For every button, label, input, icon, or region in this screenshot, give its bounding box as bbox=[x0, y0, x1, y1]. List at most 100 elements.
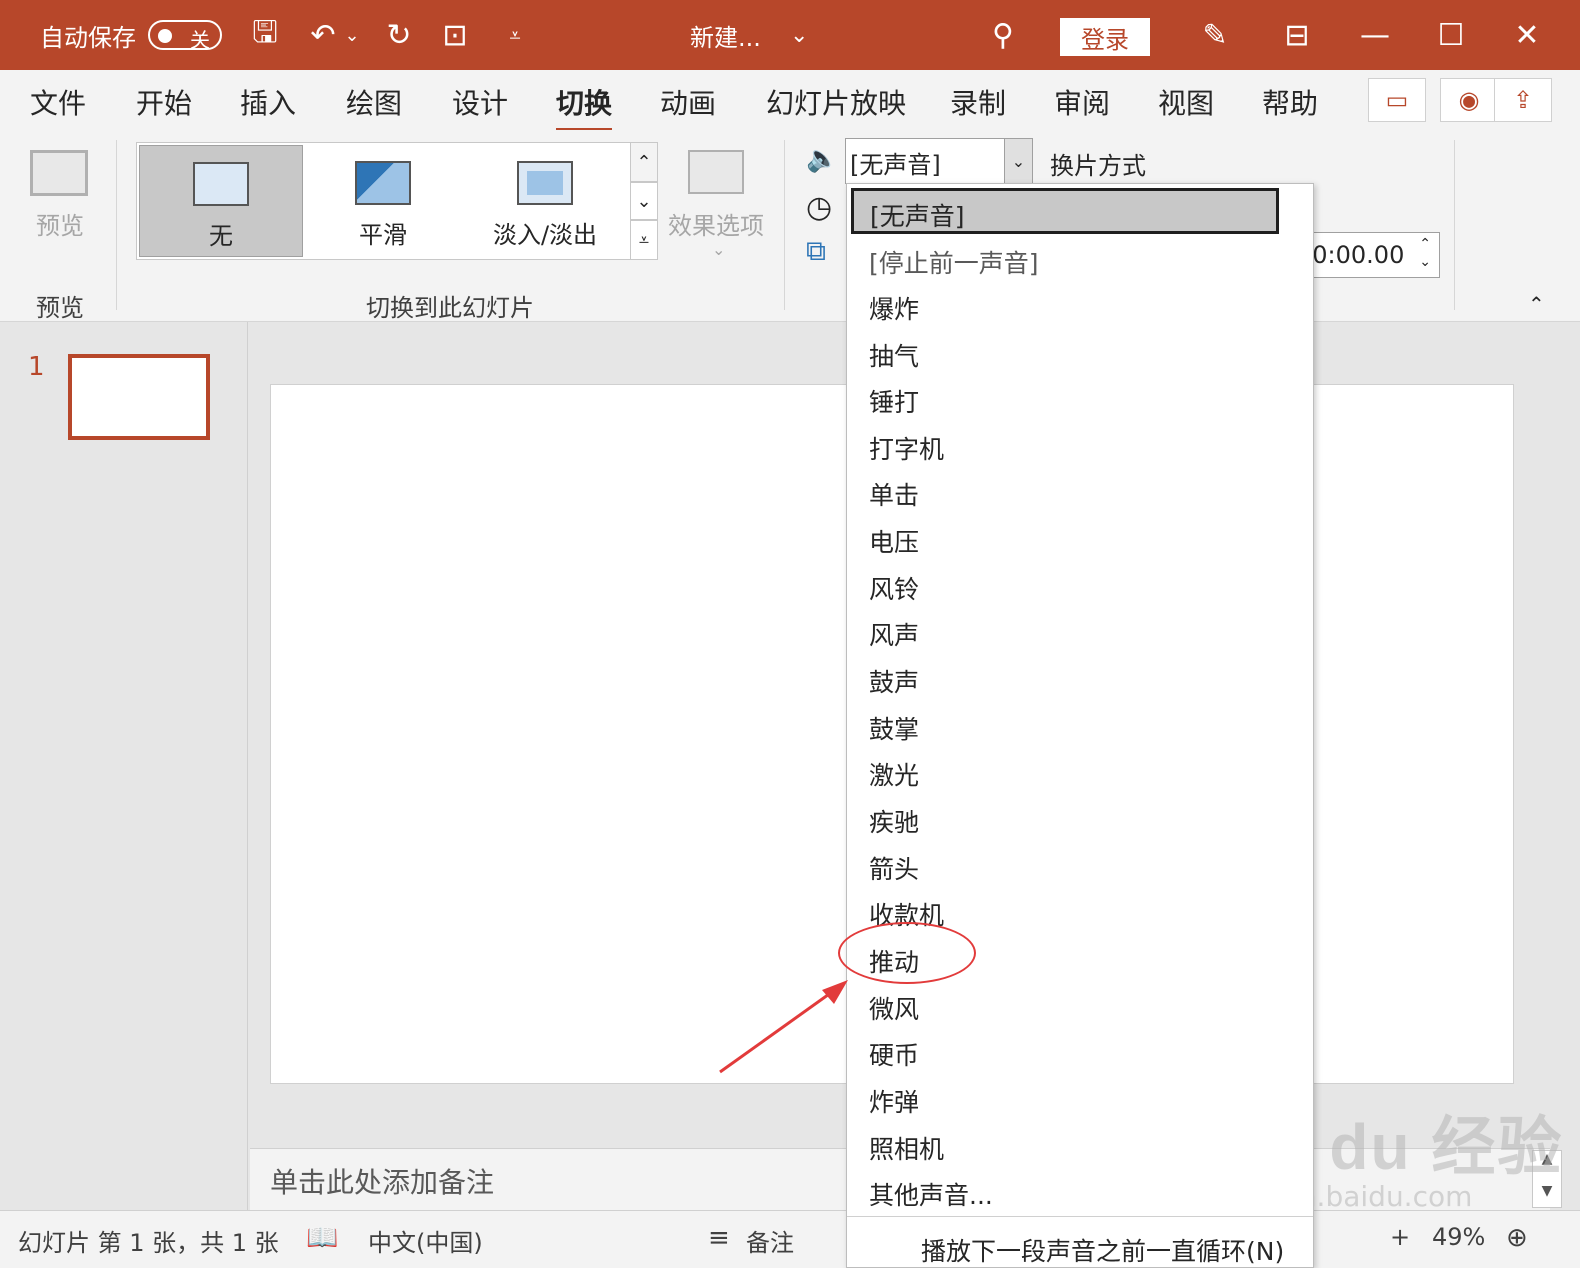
slide-thumbnail-pane: 1 bbox=[0, 322, 248, 1210]
autosave-toggle[interactable]: 关 bbox=[148, 20, 222, 52]
fit-slide-icon[interactable]: ⊕ bbox=[1506, 1223, 1528, 1253]
dropdown-item[interactable]: 其他声音... bbox=[869, 1176, 993, 1212]
close-icon[interactable]: ✕ bbox=[1502, 0, 1552, 70]
present-icon[interactable]: ⊡ bbox=[430, 0, 480, 70]
apply-all-icon: ⧉ bbox=[806, 234, 826, 267]
language[interactable]: 中文(中国) bbox=[368, 1223, 483, 1258]
minimize-icon[interactable]: — bbox=[1350, 0, 1400, 70]
gallery-scroll-down[interactable]: ⌄ bbox=[630, 182, 658, 220]
dropdown-item[interactable]: 风声 bbox=[869, 616, 919, 652]
maximize-icon[interactable]: ☐ bbox=[1426, 0, 1476, 70]
sound-icon: 🔈 bbox=[806, 144, 839, 174]
collapse-ribbon-icon[interactable]: ⌃ bbox=[1528, 292, 1545, 316]
tab-record[interactable]: 录制 bbox=[950, 82, 1006, 122]
dropdown-selected-item[interactable]: [无声音] bbox=[851, 188, 1279, 234]
spinner-icon[interactable]: ⌃ ⌄ bbox=[1419, 235, 1431, 271]
tab-home[interactable]: 开始 bbox=[136, 82, 192, 122]
tab-animations[interactable]: 动画 bbox=[660, 82, 716, 122]
transition-label: 淡入/淡出 bbox=[492, 221, 598, 249]
morph-thumb-icon bbox=[355, 161, 411, 205]
tab-file[interactable]: 文件 bbox=[30, 82, 86, 122]
dropdown-item[interactable]: 爆炸 bbox=[869, 290, 919, 326]
transition-fade[interactable]: 淡入/淡出 bbox=[463, 145, 627, 257]
dropdown-divider bbox=[847, 1216, 1313, 1217]
ribbon-tabs: 文件 开始 插入 绘图 设计 切换 动画 幻灯片放映 录制 审阅 视图 帮助 ▭… bbox=[0, 70, 1580, 132]
tab-transitions[interactable]: 切换 bbox=[556, 82, 613, 132]
tab-help[interactable]: 帮助 bbox=[1262, 82, 1318, 122]
ribbon-display-icon[interactable]: ⊟ bbox=[1272, 0, 1322, 70]
chevron-down-icon[interactable]: ⌄ bbox=[1004, 139, 1032, 183]
notes-icon: ≡ bbox=[708, 1223, 730, 1253]
record-icon[interactable]: ◉ bbox=[1440, 78, 1498, 122]
transition-group-label: 切换到此幻灯片 bbox=[366, 294, 534, 322]
effect-options-button[interactable]: 效果选项 bbox=[668, 206, 764, 241]
dropdown-item[interactable]: 鼓掌 bbox=[869, 710, 919, 746]
highlight-ellipse bbox=[838, 922, 976, 984]
dropdown-item[interactable]: 电压 bbox=[869, 523, 919, 559]
transition-gallery: 无 平滑 淡入/淡出 bbox=[136, 142, 658, 260]
sound-dropdown: [无声音] [停止前一声音] 爆炸 抽气 锤打 打字机 单击 电压 风铃 风声 … bbox=[846, 183, 1314, 1268]
search-icon[interactable]: ⚲ bbox=[978, 0, 1028, 70]
fade-thumb-icon bbox=[517, 161, 573, 205]
save-icon[interactable]: 🖫 bbox=[240, 0, 290, 70]
file-name[interactable]: 新建... bbox=[690, 0, 761, 70]
autosave-label: 自动保存 bbox=[40, 23, 136, 52]
dropdown-item[interactable]: 箭头 bbox=[869, 850, 919, 886]
dropdown-item[interactable]: 单击 bbox=[869, 476, 919, 512]
dropdown-item[interactable]: 照相机 bbox=[869, 1130, 944, 1166]
loop-until-next-option[interactable]: 播放下一段声音之前一直循环(N) bbox=[921, 1232, 1284, 1268]
share-icon[interactable]: ⇪ bbox=[1494, 78, 1552, 122]
slide-info: 幻灯片 第 1 张，共 1 张 bbox=[18, 1229, 279, 1257]
gallery-more[interactable]: ⩡ bbox=[630, 220, 658, 260]
redo-icon[interactable]: ↻ bbox=[374, 0, 424, 70]
tab-draw[interactable]: 绘图 bbox=[346, 82, 402, 122]
tab-insert[interactable]: 插入 bbox=[240, 82, 296, 122]
login-button[interactable]: 登录 bbox=[1060, 18, 1150, 56]
clock-icon: ◷ bbox=[806, 190, 833, 225]
chevron-down-icon[interactable]: ⌄ bbox=[790, 0, 808, 70]
preview-button[interactable]: 预览 bbox=[36, 206, 84, 241]
tab-slideshow[interactable]: 幻灯片放映 bbox=[766, 82, 906, 122]
undo-dropdown-icon[interactable]: ⌄ bbox=[340, 0, 364, 70]
divider bbox=[1454, 140, 1455, 310]
status-bar: 幻灯片 第 1 张，共 1 张 📖 中文(中国) ≡ 备注 + 49% ⊕ bbox=[0, 1210, 1580, 1268]
pen-icon[interactable]: ✎ bbox=[1190, 0, 1240, 70]
dropdown-item[interactable]: 炸弹 bbox=[869, 1083, 919, 1119]
comments-icon[interactable]: ▭ bbox=[1368, 78, 1426, 122]
dropdown-item[interactable]: 锤打 bbox=[869, 383, 919, 419]
preview-icon bbox=[30, 150, 88, 196]
dropdown-item[interactable]: 微风 bbox=[869, 990, 919, 1026]
zoom-in-icon[interactable]: + bbox=[1390, 1223, 1410, 1251]
preview-group-label: 预览 bbox=[36, 294, 84, 322]
chevron-down-icon: ⌄ bbox=[712, 240, 726, 259]
transition-morph[interactable]: 平滑 bbox=[301, 145, 465, 257]
tab-review[interactable]: 审阅 bbox=[1054, 82, 1110, 122]
transition-none[interactable]: 无 bbox=[139, 145, 303, 257]
slide-number: 1 bbox=[28, 352, 45, 382]
dropdown-item[interactable]: 疾驰 bbox=[869, 803, 919, 839]
sound-select[interactable]: [无声音] ⌄ bbox=[845, 138, 1033, 184]
advance-slide-label: 换片方式 bbox=[1050, 152, 1146, 180]
zoom-level[interactable]: 49% bbox=[1432, 1223, 1485, 1251]
tab-design[interactable]: 设计 bbox=[452, 82, 508, 122]
none-thumb-icon bbox=[193, 162, 249, 206]
gallery-scroll-up[interactable]: ⌃ bbox=[630, 142, 658, 182]
dropdown-item[interactable]: 激光 bbox=[869, 756, 919, 792]
dropdown-item[interactable]: [停止前一声音] bbox=[869, 244, 1039, 280]
autosave-state: 关 bbox=[190, 28, 210, 52]
accessibility-icon[interactable]: 📖 bbox=[306, 1223, 338, 1253]
dropdown-item[interactable]: 鼓声 bbox=[869, 663, 919, 699]
dropdown-item[interactable]: 硬币 bbox=[869, 1036, 919, 1072]
dropdown-item[interactable]: 抽气 bbox=[869, 337, 919, 373]
tab-view[interactable]: 视图 bbox=[1158, 82, 1214, 122]
ribbon: 预览 预览 无 平滑 淡入/淡出 ⌃ ⌄ ⩡ 效果选项 ⌄ 切换到此幻灯片 🔈 … bbox=[0, 130, 1580, 322]
dropdown-item[interactable]: 风铃 bbox=[869, 570, 919, 606]
divider bbox=[784, 140, 785, 310]
notes-button[interactable]: 备注 bbox=[746, 1223, 794, 1258]
effect-options-icon bbox=[688, 150, 744, 194]
dropdown-item[interactable]: 打字机 bbox=[869, 430, 944, 466]
slide-thumbnail[interactable] bbox=[68, 354, 210, 440]
transition-label: 平滑 bbox=[359, 221, 407, 249]
toggle-knob bbox=[158, 29, 172, 43]
customize-qat-icon[interactable]: ⩡ bbox=[490, 0, 540, 70]
